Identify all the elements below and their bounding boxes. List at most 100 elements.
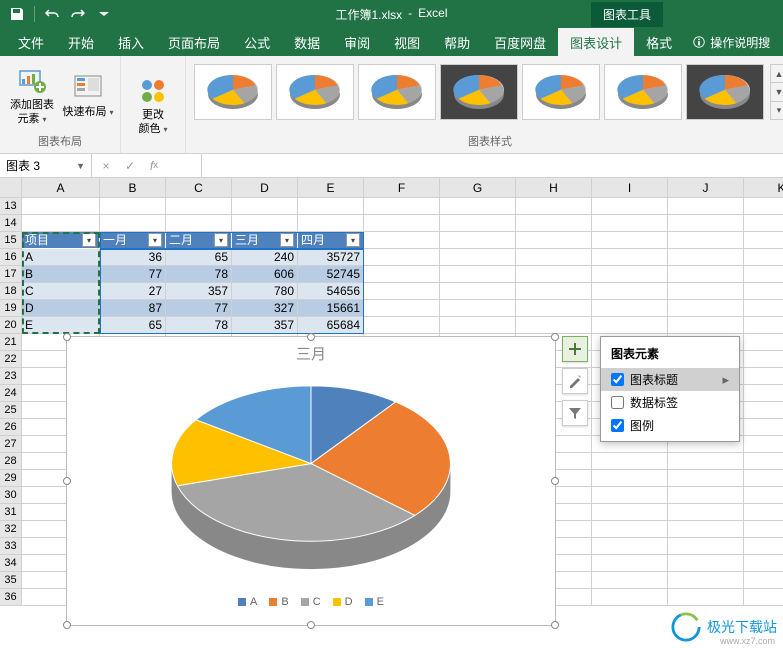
cell[interactable] (592, 198, 668, 215)
cell[interactable]: 78 (166, 317, 232, 334)
cell[interactable] (744, 470, 783, 487)
cell[interactable]: 240 (232, 249, 298, 266)
row-header[interactable]: 19 (0, 300, 22, 317)
chart-style-2[interactable] (276, 64, 354, 120)
row-header[interactable]: 36 (0, 589, 22, 606)
ribbon-tab-公式[interactable]: 公式 (232, 28, 282, 57)
cell[interactable] (364, 283, 440, 300)
cell[interactable] (298, 198, 364, 215)
cell[interactable] (744, 453, 783, 470)
cell[interactable]: 87 (100, 300, 166, 317)
chart-elements-button[interactable] (562, 336, 588, 362)
cell[interactable] (744, 300, 783, 317)
chart-style-5[interactable] (522, 64, 600, 120)
redo-icon[interactable] (67, 3, 89, 25)
cell[interactable]: 77 (100, 266, 166, 283)
cell[interactable] (22, 215, 100, 232)
cell[interactable]: 15661 (298, 300, 364, 317)
row-header[interactable]: 23 (0, 368, 22, 385)
cell[interactable] (592, 470, 668, 487)
col-header-J[interactable]: J (668, 178, 744, 198)
cell[interactable] (744, 487, 783, 504)
cell[interactable] (592, 283, 668, 300)
save-icon[interactable] (6, 3, 28, 25)
cell[interactable] (592, 249, 668, 266)
cell[interactable] (668, 555, 744, 572)
cell[interactable] (744, 572, 783, 589)
add-chart-element-button[interactable]: 添加图表元素 ▾ (6, 60, 58, 131)
cell[interactable]: 780 (232, 283, 298, 300)
cell[interactable]: 27 (100, 283, 166, 300)
filter-icon[interactable]: ▾ (346, 233, 360, 247)
cell[interactable] (668, 521, 744, 538)
cell[interactable] (592, 215, 668, 232)
chart-title[interactable]: 三月 (67, 337, 555, 364)
row-header[interactable]: 35 (0, 572, 22, 589)
cell[interactable] (744, 317, 783, 334)
cell[interactable]: 四月▾ (298, 232, 364, 249)
cell[interactable] (440, 283, 516, 300)
cell[interactable] (592, 453, 668, 470)
col-header-A[interactable]: A (22, 178, 100, 198)
enter-icon[interactable]: ✓ (120, 157, 140, 175)
cell[interactable] (592, 487, 668, 504)
cell[interactable] (592, 317, 668, 334)
cell[interactable] (744, 334, 783, 351)
row-header[interactable]: 22 (0, 351, 22, 368)
worksheet-grid[interactable]: ABCDEFGHIJK 1314151617181920212223242526… (0, 178, 783, 648)
row-header[interactable]: 15 (0, 232, 22, 249)
cell[interactable] (744, 402, 783, 419)
gallery-more-icon[interactable]: ▾ (771, 102, 783, 119)
cell[interactable] (592, 521, 668, 538)
cell[interactable] (516, 283, 592, 300)
cell[interactable] (668, 538, 744, 555)
cell[interactable] (592, 232, 668, 249)
tell-me[interactable]: 操作说明搜 (684, 34, 778, 51)
cell[interactable] (668, 266, 744, 283)
cell[interactable] (364, 198, 440, 215)
undo-icon[interactable] (41, 3, 63, 25)
cell[interactable] (440, 249, 516, 266)
cell[interactable]: 65 (166, 249, 232, 266)
cell[interactable] (516, 300, 592, 317)
filter-icon[interactable]: ▾ (82, 233, 96, 247)
row-header[interactable]: 30 (0, 487, 22, 504)
row-header[interactable]: 33 (0, 538, 22, 555)
cell[interactable] (668, 198, 744, 215)
gallery-down-icon[interactable]: ▼ (771, 83, 783, 101)
row-header[interactable]: 29 (0, 470, 22, 487)
ribbon-tab-图表设计[interactable]: 图表设计 (558, 28, 634, 57)
cell[interactable] (364, 300, 440, 317)
col-header-D[interactable]: D (232, 178, 298, 198)
ribbon-tab-开始[interactable]: 开始 (56, 28, 106, 57)
formula-input[interactable] (202, 154, 783, 177)
filter-icon[interactable]: ▾ (148, 233, 162, 247)
cell[interactable] (592, 300, 668, 317)
cell[interactable] (744, 521, 783, 538)
row-header[interactable]: 27 (0, 436, 22, 453)
flyout-item[interactable]: 数据标签 (601, 391, 739, 414)
cell[interactable] (440, 266, 516, 283)
cell[interactable] (744, 283, 783, 300)
cell[interactable] (592, 572, 668, 589)
cell[interactable]: 36 (100, 249, 166, 266)
cell[interactable] (668, 453, 744, 470)
ribbon-tab-审阅[interactable]: 审阅 (332, 28, 382, 57)
cell[interactable] (592, 589, 668, 606)
cell[interactable]: 三月▾ (232, 232, 298, 249)
cell[interactable]: 54656 (298, 283, 364, 300)
cell[interactable]: C (22, 283, 100, 300)
cell[interactable] (668, 470, 744, 487)
cell[interactable]: E (22, 317, 100, 334)
cell[interactable] (668, 232, 744, 249)
cell[interactable] (744, 249, 783, 266)
row-header[interactable]: 31 (0, 504, 22, 521)
cell[interactable]: 606 (232, 266, 298, 283)
cell[interactable] (668, 589, 744, 606)
chart-style-4[interactable] (440, 64, 518, 120)
legend-item[interactable]: E (365, 596, 384, 608)
cell[interactable] (516, 198, 592, 215)
cell[interactable]: 357 (166, 283, 232, 300)
cell[interactable] (440, 232, 516, 249)
cell[interactable] (364, 215, 440, 232)
